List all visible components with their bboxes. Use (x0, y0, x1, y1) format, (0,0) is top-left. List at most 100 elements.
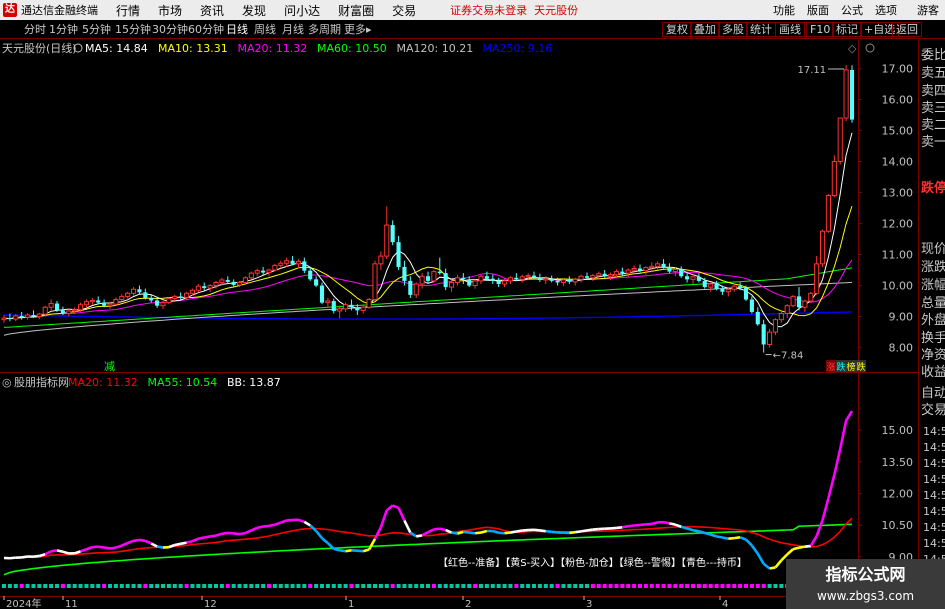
sidebar-label-2[interactable]: 卖四 (921, 84, 945, 100)
candle[interactable] (461, 273, 466, 284)
candle[interactable] (790, 294, 796, 308)
candle[interactable] (708, 282, 714, 292)
candle[interactable] (325, 297, 331, 308)
candle[interactable] (408, 276, 413, 298)
candle[interactable] (620, 267, 625, 277)
candle[interactable] (519, 274, 525, 283)
candle[interactable] (278, 260, 284, 269)
candle[interactable] (837, 117, 843, 165)
candle[interactable] (755, 307, 760, 326)
sidebar-label-6[interactable]: 跌停 (921, 181, 945, 197)
sidebar-label-11[interactable]: 外盘 (921, 313, 945, 329)
sidebar-label-4[interactable]: 卖二 (921, 118, 945, 134)
candle[interactable] (731, 284, 737, 292)
candle[interactable] (130, 287, 137, 296)
candle[interactable] (431, 270, 437, 283)
candle[interactable] (496, 277, 501, 288)
candle[interactable] (248, 271, 254, 280)
candle[interactable] (202, 282, 207, 291)
sidebar-label-1[interactable]: 卖五 (921, 66, 945, 82)
candle[interactable] (178, 292, 183, 300)
candle[interactable] (331, 298, 336, 314)
candle[interactable] (319, 282, 325, 305)
candle[interactable] (549, 275, 554, 283)
candle[interactable] (372, 260, 378, 302)
candle[interactable] (125, 291, 131, 299)
candle[interactable] (814, 256, 820, 295)
candle[interactable] (572, 277, 578, 286)
sidebar-label-14[interactable]: 收益 (921, 365, 945, 381)
candle[interactable] (231, 279, 236, 288)
candle[interactable] (425, 271, 431, 284)
candle[interactable] (649, 262, 655, 272)
candle[interactable] (390, 220, 395, 246)
candle[interactable] (796, 287, 802, 311)
candle[interactable] (384, 206, 390, 260)
candle[interactable] (48, 299, 54, 311)
sidebar-label-3[interactable]: 卖三 (921, 101, 945, 117)
candle[interactable] (537, 273, 542, 282)
candle[interactable] (242, 276, 249, 284)
candle[interactable] (54, 301, 60, 312)
candle[interactable] (413, 282, 419, 298)
candle[interactable] (143, 288, 148, 300)
candle[interactable] (766, 328, 773, 348)
candle[interactable] (437, 257, 442, 275)
candle[interactable] (849, 65, 855, 123)
candle[interactable] (83, 299, 90, 308)
candle[interactable] (225, 276, 230, 284)
sidebar-label-16[interactable]: 交易 (921, 403, 945, 419)
sidebar-label-9[interactable]: 涨幅 (921, 278, 945, 294)
candle[interactable] (490, 274, 495, 284)
sidebar-label-15[interactable]: 自动 (921, 386, 945, 402)
candle[interactable] (507, 276, 514, 284)
candle[interactable] (825, 194, 832, 233)
candle[interactable] (578, 274, 584, 283)
candle[interactable] (378, 251, 384, 271)
candle[interactable] (454, 274, 461, 286)
candle[interactable] (360, 305, 366, 314)
candle[interactable] (560, 278, 567, 287)
candle[interactable] (679, 266, 684, 278)
candle[interactable] (472, 279, 478, 289)
candle[interactable] (366, 297, 372, 309)
sidebar-label-8[interactable]: 涨跌 (921, 260, 945, 276)
candle[interactable] (631, 265, 637, 274)
candle[interactable] (295, 259, 302, 269)
sidebar-label-10[interactable]: 总量 (921, 296, 945, 312)
chart-canvas[interactable]: 17.00 16.00 15.00 14.00 13.00 12.00 11.00 10.00… (0, 0, 945, 609)
candle[interactable] (655, 261, 661, 271)
sidebar-label-5[interactable]: 卖一 (921, 135, 945, 151)
candle[interactable] (478, 274, 484, 284)
candle[interactable] (531, 271, 537, 280)
sidebar-label-13[interactable]: 净资 (921, 348, 945, 364)
candle[interactable] (802, 299, 808, 312)
candle[interactable] (625, 268, 631, 277)
sidebar-label-12[interactable]: 换手 (921, 331, 945, 347)
candle[interactable] (831, 155, 837, 198)
candle[interactable] (314, 276, 319, 288)
candle[interactable] (772, 318, 779, 336)
candle[interactable] (195, 284, 201, 293)
candle[interactable] (749, 296, 754, 314)
candle[interactable] (1, 315, 7, 323)
panel-option-icon[interactable] (865, 43, 875, 53)
candle[interactable] (302, 257, 307, 274)
candle[interactable] (96, 296, 101, 305)
candle[interactable] (261, 266, 266, 275)
candle[interactable] (567, 276, 572, 284)
candle[interactable] (137, 285, 142, 295)
candle[interactable] (113, 297, 119, 306)
candle[interactable] (696, 273, 701, 283)
candle[interactable] (843, 64, 849, 122)
candle[interactable] (667, 263, 672, 274)
candle[interactable] (160, 301, 166, 309)
candle[interactable] (166, 297, 172, 305)
candle[interactable] (761, 319, 766, 353)
candle[interactable] (89, 297, 95, 305)
candle[interactable] (778, 310, 784, 323)
candle[interactable] (119, 294, 125, 302)
candle[interactable] (342, 302, 349, 312)
candle[interactable] (419, 273, 425, 289)
candle[interactable] (396, 235, 401, 271)
